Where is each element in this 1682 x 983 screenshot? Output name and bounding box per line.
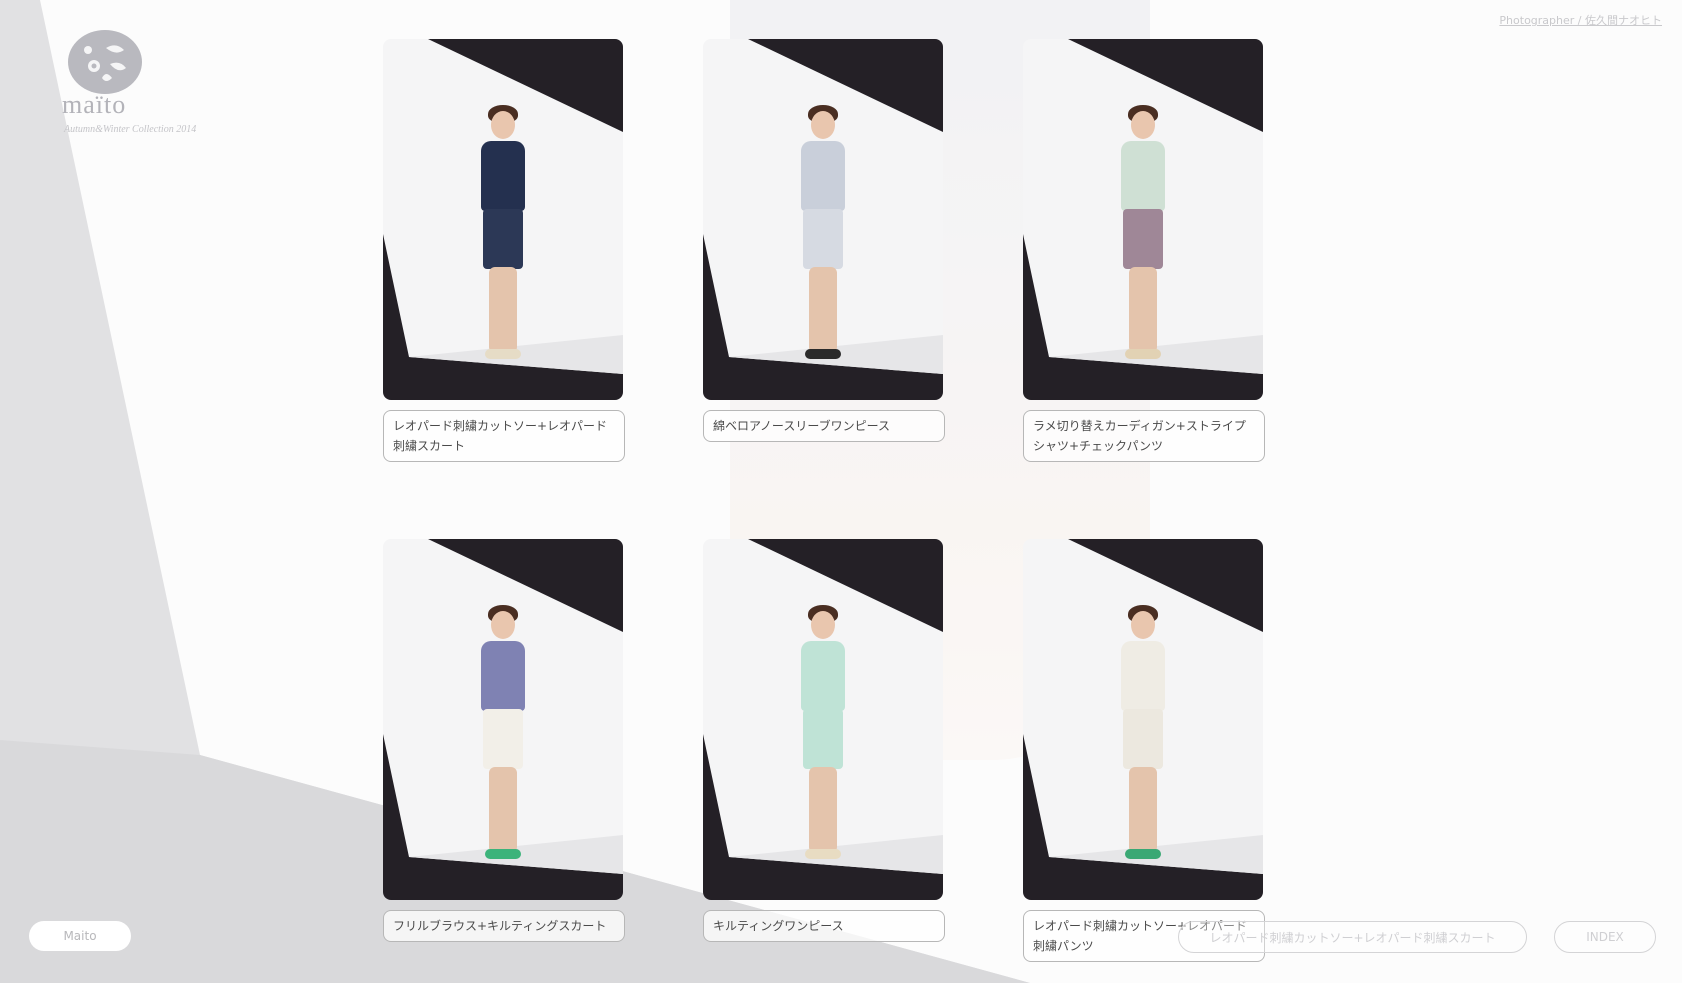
- look-photo[interactable]: [1023, 39, 1263, 400]
- model-figure: [783, 605, 863, 871]
- look-caption[interactable]: ラメ切り替えカーディガン+ストライプシャツ+チェックパンツ: [1023, 410, 1265, 462]
- look-photo[interactable]: [703, 539, 943, 900]
- model-figure: [1103, 105, 1183, 371]
- look-card[interactable]: レオパード刺繍カットソー+レオパード刺繍パンツ: [1023, 539, 1265, 962]
- collection-subtitle: Autumn&Winter Collection 2014: [64, 124, 197, 135]
- look-photo[interactable]: [1023, 539, 1263, 900]
- photographer-credit-link[interactable]: Photographer / 佐久間ナオヒト: [1499, 12, 1662, 28]
- look-caption[interactable]: フリルブラウス+キルティングスカート: [383, 910, 625, 942]
- look-photo[interactable]: [383, 39, 623, 400]
- look-caption[interactable]: レオパード刺繍カットソー+レオパード刺繍スカート: [383, 410, 625, 462]
- brand-logo[interactable]: maïto Autumn&Winter Collection 2014: [62, 30, 197, 135]
- model-figure: [1103, 605, 1183, 871]
- look-photo[interactable]: [703, 39, 943, 400]
- model-figure: [463, 105, 543, 371]
- look-caption[interactable]: 綿ベロアノースリーブワンピース: [703, 410, 945, 442]
- brand-wordmark: maïto: [62, 90, 127, 119]
- look-card[interactable]: レオパード刺繍カットソー+レオパード刺繍スカート: [383, 39, 625, 462]
- index-button[interactable]: INDEX: [1554, 921, 1656, 953]
- look-card[interactable]: 綿ベロアノースリーブワンピース: [703, 39, 945, 442]
- floral-emblem-icon: [68, 30, 142, 94]
- maito-home-button[interactable]: Maito: [29, 921, 131, 951]
- look-photo[interactable]: [383, 539, 623, 900]
- look-card[interactable]: キルティングワンピース: [703, 539, 945, 942]
- model-figure: [463, 605, 543, 871]
- look-caption[interactable]: キルティングワンピース: [703, 910, 945, 942]
- look-card[interactable]: フリルブラウス+キルティングスカート: [383, 539, 625, 942]
- model-figure: [783, 105, 863, 371]
- current-look-button[interactable]: レオパード刺繍カットソー+レオパード刺繍スカート: [1178, 921, 1527, 953]
- look-card[interactable]: ラメ切り替えカーディガン+ストライプシャツ+チェックパンツ: [1023, 39, 1265, 462]
